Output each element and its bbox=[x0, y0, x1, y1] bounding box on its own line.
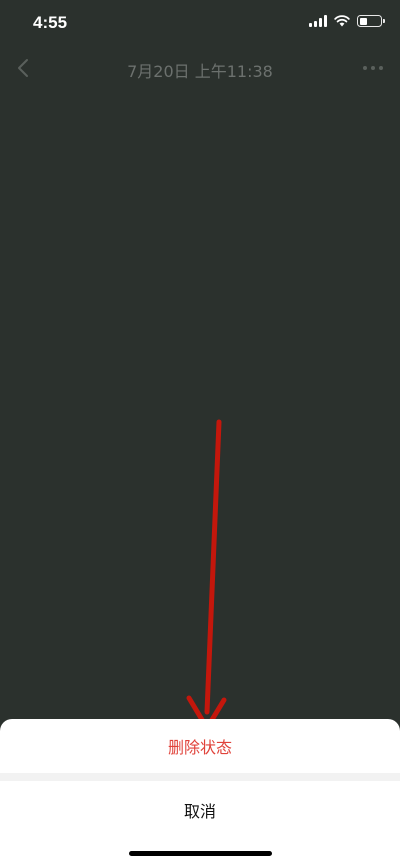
more-dots-icon[interactable] bbox=[362, 64, 384, 72]
nav-title: 7月20日 上午11:38 bbox=[127, 62, 273, 81]
action-sheet: 删除状态 取消 bbox=[0, 719, 400, 865]
battery-icon bbox=[357, 15, 385, 27]
status-bar: 4:55 bbox=[0, 0, 400, 46]
sheet-divider bbox=[0, 773, 400, 781]
delete-status-button[interactable]: 删除状态 bbox=[0, 719, 400, 773]
nav-bar: 7月20日 上午11:38 bbox=[0, 46, 400, 90]
wifi-icon bbox=[334, 15, 350, 27]
status-icons bbox=[309, 15, 385, 27]
cancel-button[interactable]: 取消 bbox=[0, 781, 400, 839]
battery-fill bbox=[359, 17, 367, 25]
signal-icon bbox=[309, 15, 327, 27]
status-time: 4:55 bbox=[33, 13, 68, 32]
home-indicator bbox=[129, 851, 272, 856]
